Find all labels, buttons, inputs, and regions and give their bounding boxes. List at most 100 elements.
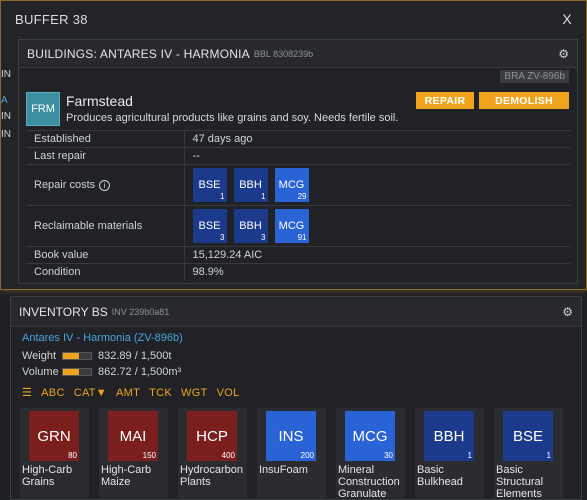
- inventory-item[interactable]: MCG 30 Mineral Construction Granulate: [336, 408, 405, 500]
- location-code-badge: BRA ZV-896b: [500, 70, 569, 83]
- inventory-item[interactable]: BBH 1 Basic Bulkhead: [415, 408, 484, 498]
- close-button[interactable]: X: [562, 11, 572, 27]
- buffer-window: BUFFER 38 X IN A IN IN BUILDINGS: ANTARE…: [0, 0, 587, 290]
- list-icon[interactable]: ☰: [22, 386, 32, 399]
- inventory-title: INVENTORY BS: [19, 304, 108, 319]
- weight-bar: [62, 352, 92, 360]
- weight-meter: Weight 832.89 / 1,500t: [22, 350, 171, 362]
- material-tile[interactable]: BBH 3: [233, 209, 268, 243]
- weight-label: Weight: [22, 350, 57, 362]
- volume-fill: [63, 369, 80, 375]
- item-ticker: BSE: [512, 427, 543, 445]
- property-row: Established 47 days ago: [26, 130, 570, 148]
- sort-abc[interactable]: ABC: [41, 387, 65, 399]
- material-amount: 3: [261, 233, 266, 242]
- item-icon: MAI 150: [108, 411, 158, 461]
- repair-materials: BSE 1 BBH 1 MCG 29: [192, 165, 563, 205]
- property-value: 15,129.24 AIC: [184, 246, 570, 264]
- item-amount: 200: [300, 451, 314, 460]
- property-value: BSE 3 BBH 3 MCG 91: [184, 205, 570, 247]
- building-summary: FRM Farmstead Produces agricultural prod…: [26, 92, 569, 128]
- material-tile[interactable]: BBH 1: [233, 168, 268, 202]
- item-ticker: HCP: [196, 427, 228, 445]
- property-key: Book value: [26, 246, 185, 264]
- buffer-header: BUFFER 38 X: [1, 1, 586, 37]
- material-amount: 29: [297, 192, 307, 201]
- item-icon: BSE 1: [503, 411, 553, 461]
- sort-vol[interactable]: VOL: [217, 387, 240, 399]
- buildings-title: BUILDINGS: ANTARES IV - HARMONIA: [27, 46, 250, 61]
- building-description: Produces agricultural products like grai…: [66, 112, 399, 124]
- info-icon[interactable]: i: [99, 180, 111, 191]
- inventory-location-link[interactable]: Antares IV - Harmonia (ZV-896b): [22, 332, 183, 344]
- property-key: Reclaimable materials: [26, 205, 185, 247]
- item-name: InsuFoam: [259, 464, 308, 476]
- inventory-item[interactable]: INS 200 InsuFoam: [257, 408, 326, 498]
- demolish-button[interactable]: DEMOLISH: [479, 92, 569, 109]
- side-fragment: IN: [1, 111, 11, 122]
- item-ticker: INS: [278, 427, 304, 445]
- material-amount: 91: [297, 233, 307, 242]
- item-icon: HCP 400: [187, 411, 237, 461]
- property-row: Condition 98.9%: [26, 263, 570, 281]
- side-fragment: IN: [1, 129, 11, 140]
- buffer-title: BUFFER 38: [15, 11, 88, 27]
- material-ticker: MCG: [278, 179, 305, 191]
- property-key: Condition: [26, 263, 185, 281]
- volume-meter: Volume 862.72 / 1,500m³: [22, 366, 181, 378]
- inventory-window: INVENTORY BS INV 239b0a81 ⚙ Antares IV -…: [10, 296, 582, 500]
- material-amount: 1: [261, 192, 266, 201]
- material-amount: 3: [220, 233, 225, 242]
- sort-tck[interactable]: TCK: [149, 387, 172, 399]
- item-amount: 400: [221, 451, 235, 460]
- item-name: High-Carb Grains: [22, 464, 73, 488]
- buildings-header: BUILDINGS: ANTARES IV - HARMONIA BBL 830…: [19, 40, 577, 68]
- volume-bar: [62, 368, 92, 376]
- material-tile[interactable]: BSE 3: [192, 209, 227, 243]
- inventory-item[interactable]: HCP 400 Hydrocarbon Plants: [178, 408, 247, 498]
- inventory-id: INV 239b0a81: [111, 306, 170, 317]
- app-root: BUFFER 38 X IN A IN IN BUILDINGS: ANTARE…: [0, 0, 587, 500]
- item-ticker: GRN: [37, 427, 71, 445]
- property-key: Established: [26, 130, 185, 148]
- item-amount: 1: [467, 451, 472, 460]
- buildings-id: BBL 8308239b: [253, 48, 314, 59]
- sort-amt[interactable]: AMT: [116, 387, 140, 399]
- item-ticker: BBH: [433, 427, 465, 445]
- property-row: Repair costs i BSE 1 BBH 1 MCG 29: [26, 164, 570, 206]
- item-name: Basic Structural Elements: [496, 464, 544, 500]
- weight-fill: [63, 353, 79, 359]
- gear-icon[interactable]: ⚙: [558, 47, 569, 61]
- material-ticker: BSE: [198, 179, 221, 191]
- material-ticker: BBH: [239, 220, 262, 232]
- volume-value: 862.72 / 1,500m³: [98, 366, 182, 378]
- property-value: 98.9%: [184, 263, 570, 281]
- item-name: High-Carb Maize: [101, 464, 152, 488]
- inventory-item[interactable]: MAI 150 High-Carb Maize: [99, 408, 168, 498]
- sort-wgt[interactable]: WGT: [181, 387, 208, 399]
- sort-bar: ☰ ABC CAT▼ AMT TCK WGT VOL: [22, 386, 240, 400]
- sort-cat[interactable]: CAT▼: [74, 387, 107, 399]
- building-icon: FRM: [26, 92, 60, 126]
- item-ticker: MAI: [119, 427, 147, 445]
- material-tile[interactable]: BSE 1: [192, 168, 227, 202]
- property-key: Last repair: [26, 147, 185, 165]
- gear-icon[interactable]: ⚙: [562, 305, 573, 319]
- reclaim-materials: BSE 3 BBH 3 MCG 91: [192, 206, 563, 246]
- material-tile[interactable]: MCG 29: [274, 168, 309, 202]
- inventory-item[interactable]: BSE 1 Basic Structural Elements: [494, 408, 563, 500]
- item-icon: BBH 1: [424, 411, 474, 461]
- item-name: Basic Bulkhead: [417, 464, 463, 488]
- inventory-item[interactable]: GRN 80 High-Carb Grains: [20, 408, 89, 498]
- item-icon: INS 200: [266, 411, 316, 461]
- item-amount: 150: [142, 451, 156, 460]
- inventory-header: INVENTORY BS INV 239b0a81 ⚙: [11, 297, 581, 327]
- side-fragment: IN: [1, 69, 11, 80]
- item-amount: 30: [384, 451, 393, 460]
- material-ticker: MCG: [278, 220, 305, 232]
- material-tile[interactable]: MCG 91: [274, 209, 309, 243]
- item-ticker: MCG: [352, 427, 388, 445]
- property-row: Reclaimable materials BSE 3 BBH 3 MCG 91: [26, 205, 570, 247]
- property-row: Last repair --: [26, 147, 570, 165]
- repair-button[interactable]: REPAIR: [416, 92, 474, 109]
